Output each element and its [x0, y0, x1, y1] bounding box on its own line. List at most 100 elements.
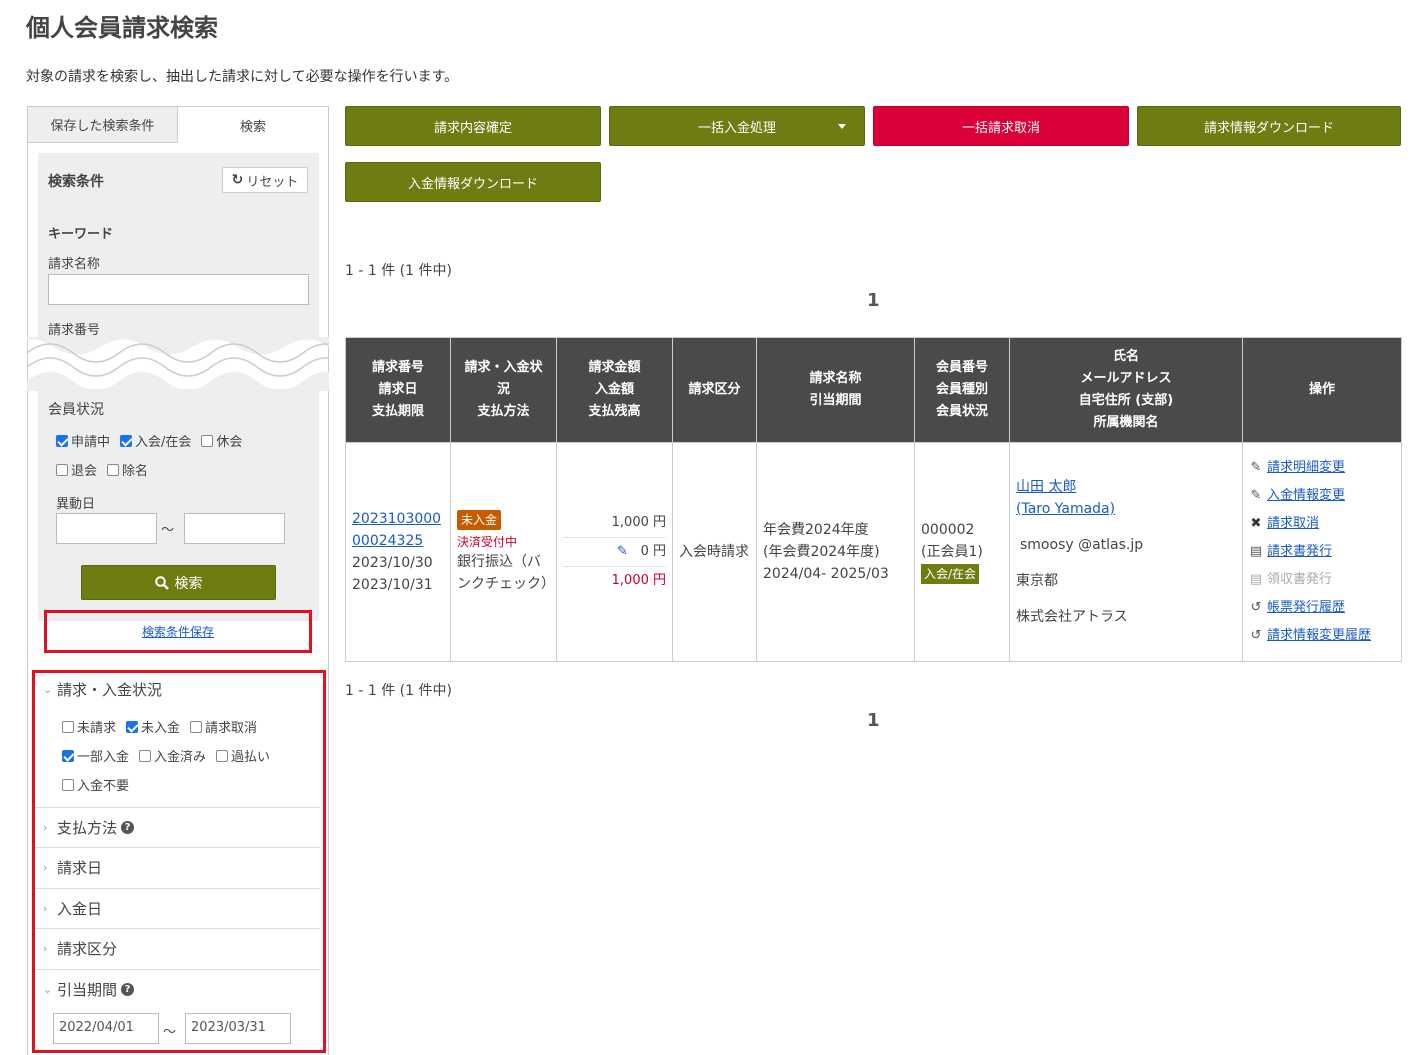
invoice-name-label: 請求名称: [48, 257, 101, 272]
billing-status-cancelled[interactable]: 請求取消: [190, 717, 257, 736]
invoice-name-input[interactable]: [48, 274, 309, 305]
due-date: 2023/10/31: [352, 577, 433, 593]
save-conditions-link[interactable]: 検索条件保存: [142, 623, 214, 640]
amount-billed: 1,000 円: [563, 509, 666, 538]
th-invoice-type: 請求区分: [672, 337, 757, 443]
billing-status-header[interactable]: ⌄ 請求・入金状況: [43, 679, 162, 700]
allocation-period-to-input[interactable]: 2023/03/31: [185, 1013, 291, 1044]
member-status-expelled[interactable]: 除名: [107, 460, 148, 479]
download-payment-button[interactable]: 入金情報ダウンロード: [345, 162, 601, 202]
billing-status-paid[interactable]: 入金済み: [139, 746, 206, 765]
th-member-name: 氏名 メールアドレス 自宅住所 (支部) 所属機関名: [1009, 337, 1243, 443]
pencil-icon[interactable]: ✎: [617, 538, 628, 566]
cell-invoice-type: 入会時請求: [672, 442, 757, 662]
member-number: 000002: [921, 522, 975, 538]
table-row: 2023103000 00024325 2023/10/30 2023/10/31…: [345, 442, 1402, 662]
op-invoice-change-history[interactable]: ↺ 請求情報変更履歴: [1249, 622, 1395, 650]
invoice-number-link[interactable]: 2023103000 00024325: [352, 511, 441, 549]
search-sidebar: 保存した検索条件 検索 検索条件 ↻ リセット キーワード 請求名称 請求番号 …: [27, 106, 329, 1055]
bulk-payment-button[interactable]: 一括入金処理: [609, 106, 865, 146]
allocation-period: 2024/04- 2025/03: [763, 566, 889, 582]
allocation-period-from-input[interactable]: 2022/04/01: [53, 1013, 159, 1044]
pagination-page-bottom[interactable]: 1: [867, 710, 880, 731]
checkbox-icon: [56, 463, 68, 476]
member-status-badge: 入会/在会: [921, 564, 980, 584]
op-edit-payment-info[interactable]: ✎ 入金情報変更: [1249, 482, 1395, 510]
amount-paid-row: ✎ 0 円: [563, 538, 666, 567]
chevron-down-icon: ⌄: [43, 683, 53, 696]
chevron-down-icon: ⌄: [43, 983, 53, 996]
payment-status-text: 決済受付中: [457, 535, 518, 549]
checkbox-icon: [190, 720, 203, 733]
op-form-history[interactable]: ↺ 帳票発行履歴: [1249, 594, 1395, 622]
checkbox-icon: [107, 463, 120, 476]
amount-remaining: 1,000 円: [611, 573, 666, 588]
pencil-icon: ✎: [1250, 460, 1262, 475]
billing-status-unbilled[interactable]: 未請求: [62, 717, 116, 736]
change-date-label: 異動日: [56, 497, 96, 512]
chevron-right-icon: ›: [43, 821, 48, 834]
checkbox-icon: [62, 749, 74, 762]
op-cancel-invoice[interactable]: ✖ 請求取消: [1249, 510, 1395, 538]
bulk-cancel-button[interactable]: 一括請求取消: [873, 106, 1129, 146]
search-button[interactable]: 検索: [81, 565, 276, 600]
reset-button[interactable]: ↻ リセット: [222, 167, 308, 193]
chevron-right-icon: ›: [43, 902, 48, 915]
billing-status-row-3: 入金不要: [62, 775, 129, 794]
change-date-to-input[interactable]: [184, 513, 285, 544]
invoice-number-label: 請求番号: [48, 323, 101, 338]
payment-method-header[interactable]: › 支払方法?: [35, 807, 320, 847]
caret-down-icon: [838, 124, 846, 129]
invoice-date: 2023/10/30: [352, 555, 433, 571]
conditions-title: 検索条件: [48, 174, 104, 190]
collapsed-section-wave: [27, 337, 329, 391]
allocation-period-header[interactable]: ⌄ 引当期間?: [35, 969, 320, 1009]
member-status-applying[interactable]: 申請中: [56, 431, 110, 450]
pagination-page-top[interactable]: 1: [867, 290, 880, 311]
member-status-row-1: 申請中 入会/在会 休会: [56, 431, 242, 450]
filter-accordion-highlight: ⌄ 請求・入金状況 未請求 未入金 請求取消 一部入金 入金済み 過払い 入金不要…: [32, 670, 326, 1053]
op-issue-invoice[interactable]: ▤ 請求書発行: [1249, 538, 1395, 566]
member-status-active[interactable]: 入会/在会: [120, 431, 191, 450]
chevron-right-icon: ›: [43, 942, 48, 955]
cell-member-number: 000002 (正会員1) 入会/在会: [914, 442, 1010, 662]
billing-status-unpaid[interactable]: 未入金: [126, 717, 180, 736]
payment-method-text: 銀行振込（バンクチェック）: [457, 554, 555, 592]
checkbox-icon: [62, 720, 74, 733]
member-status-withdrawn[interactable]: 退会: [56, 460, 97, 479]
op-issue-receipt: ▤ 領収書発行: [1249, 566, 1395, 594]
reset-icon: ↻: [231, 172, 244, 188]
billing-status-partial[interactable]: 一部入金: [62, 746, 129, 765]
help-icon[interactable]: ?: [121, 983, 135, 996]
checkbox-icon: [56, 434, 68, 447]
keyword-label: キーワード: [48, 227, 114, 242]
tab-search[interactable]: 検索: [178, 107, 328, 143]
history-icon: ↺: [1250, 628, 1262, 643]
op-edit-invoice-detail[interactable]: ✎ 請求明細変更: [1249, 454, 1395, 482]
download-invoice-button[interactable]: 請求情報ダウンロード: [1137, 106, 1401, 146]
member-name-link[interactable]: 山田 太郎 (Taro Yamada): [1016, 479, 1115, 517]
checkbox-icon: [139, 749, 152, 762]
confirm-invoice-button[interactable]: 請求内容確定: [345, 106, 601, 146]
reset-label: リセット: [246, 174, 299, 190]
deposit-date-header[interactable]: › 入金日: [35, 888, 320, 928]
member-email: smoosy @atlas.jp: [1020, 537, 1144, 553]
help-icon[interactable]: ?: [121, 821, 135, 834]
cell-invoice-name: 年会費2024年度 (年会費2024年度) 2024/04- 2025/03: [756, 442, 915, 662]
search-icon: [154, 575, 169, 590]
checkbox-icon: [201, 434, 214, 447]
billing-status-overpaid[interactable]: 過払い: [216, 746, 270, 765]
change-date-from-input[interactable]: [56, 513, 157, 544]
th-amount: 請求金額 入金額 支払残高: [556, 337, 673, 443]
document-icon: ▤: [1249, 544, 1263, 559]
member-status-suspended[interactable]: 休会: [201, 431, 242, 450]
tab-saved-conditions[interactable]: 保存した検索条件: [28, 107, 178, 143]
th-billing-status: 請求・入金状況支払方法: [450, 337, 557, 443]
search-conditions-panel: 検索条件 ↻ リセット キーワード 請求名称 請求番号: [38, 153, 319, 339]
date-range-tilde: ～: [161, 523, 175, 538]
invoice-type-header[interactable]: › 請求区分: [35, 928, 320, 968]
cell-amount: 1,000 円 ✎ 0 円 1,000 円: [556, 442, 673, 662]
invoice-date-header[interactable]: › 請求日: [35, 847, 320, 887]
th-invoice-number: 請求番号 請求日 支払期限: [345, 337, 451, 443]
billing-status-not-required[interactable]: 入金不要: [62, 775, 129, 794]
